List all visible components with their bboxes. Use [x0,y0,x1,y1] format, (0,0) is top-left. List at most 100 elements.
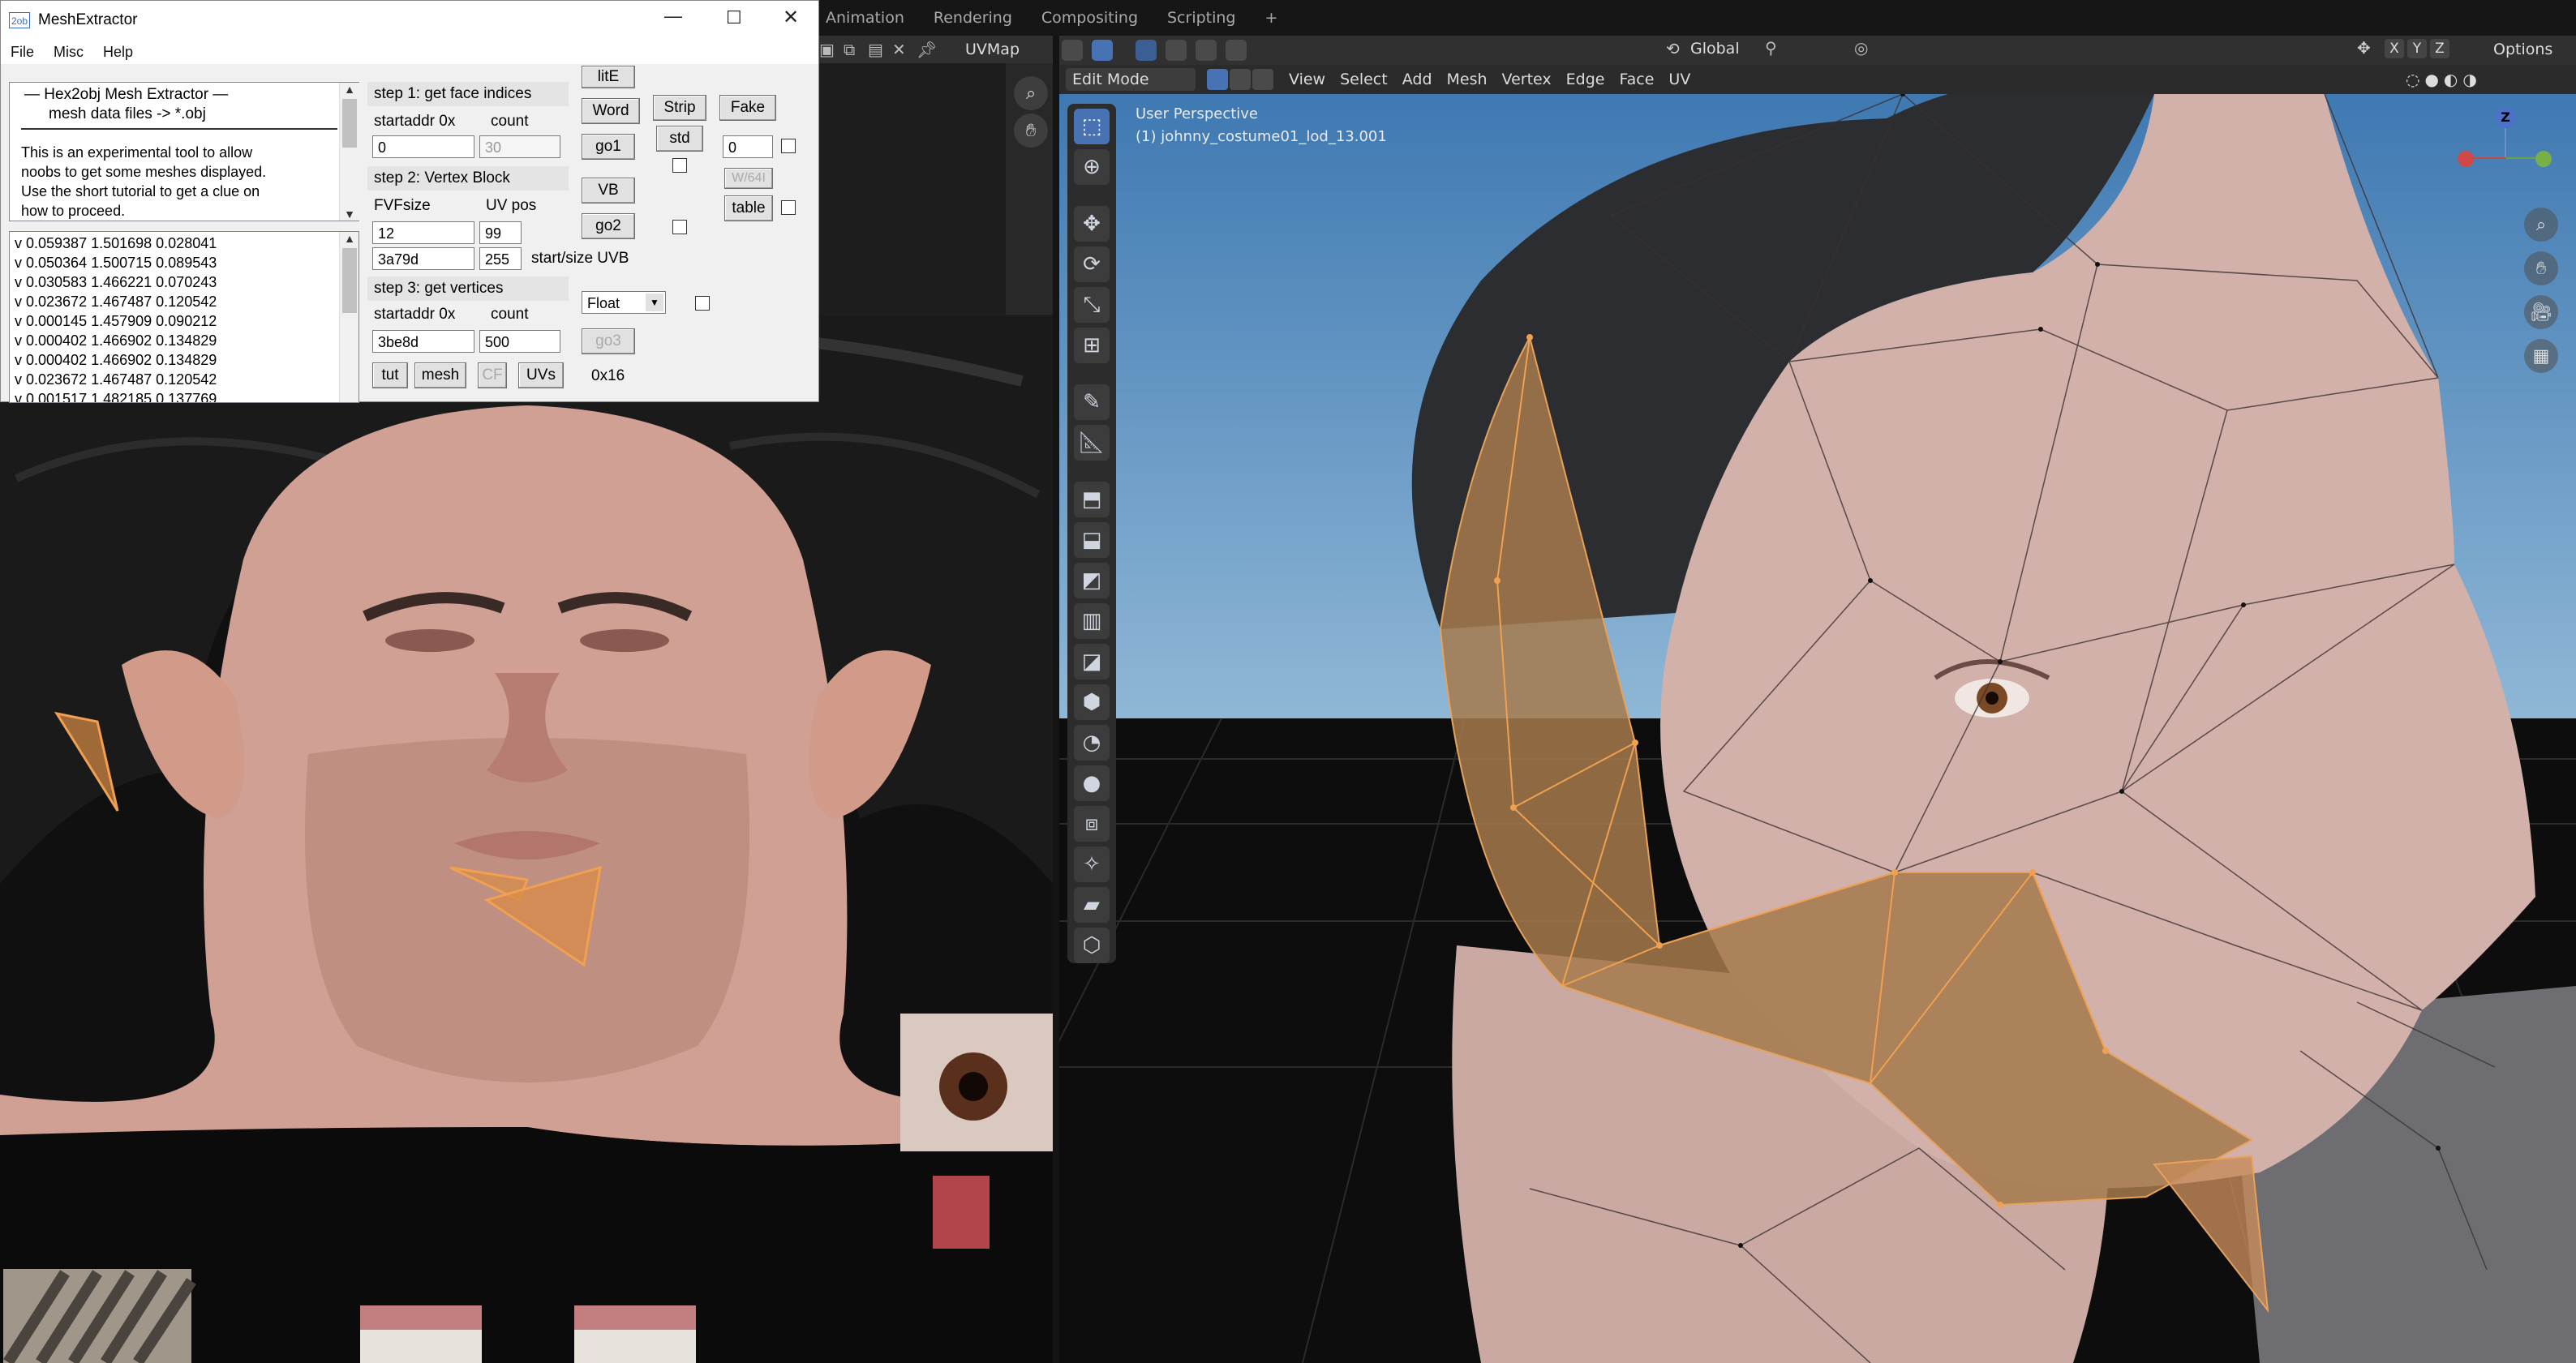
menu-select[interactable]: Select [1333,65,1395,94]
table-checkbox[interactable] [781,200,796,215]
face-select-mode-icon[interactable] [1252,69,1273,90]
snap-icon[interactable]: ⚲ [1765,38,1777,58]
menu-help[interactable]: Help [93,40,143,64]
close-image-icon[interactable]: ✕ [892,40,906,59]
strip-button[interactable]: Strip [653,95,706,121]
std-button[interactable]: std [656,126,703,152]
data-type-select[interactable]: Float ▼ [582,291,666,314]
zoom-icon[interactable]: ⌕ [1014,76,1048,110]
zoom-icon[interactable]: ⌕ [2524,208,2558,242]
axis-z-toggle[interactable]: Z [2430,39,2449,58]
minimize-icon[interactable]: — [664,6,682,27]
add-workspace-button[interactable]: + [1251,0,1293,36]
editor-type-icon[interactable] [1062,40,1083,61]
float-checkbox[interactable] [695,296,710,311]
pan-hand-icon[interactable]: ✋︎ [1014,114,1048,148]
select-tool-icon[interactable] [1092,40,1114,61]
vertex-output-textarea[interactable]: v 0.059387 1.501698 0.028041 v 0.050364 … [9,231,359,403]
fvfsize-input[interactable]: 12 [372,221,474,244]
poly-build-tool-icon[interactable]: ⬢ [1074,684,1110,720]
navigation-gizmo[interactable]: Z [2454,105,2560,211]
mesh-button[interactable]: mesh [414,362,466,388]
options-dropdown[interactable]: Options [2493,41,2552,58]
uvb-start-input[interactable]: 3a79d [372,247,474,270]
annotate-tool-icon[interactable]: ✎ [1074,384,1110,420]
menu-face[interactable]: Face [1612,65,1661,94]
tab-rendering[interactable]: Rendering [919,0,1027,36]
go2-checkbox[interactable] [672,220,687,234]
measure-tool-icon[interactable]: 📐︎ [1074,425,1110,461]
transform-orientation-dropdown[interactable]: Global [1690,40,1740,58]
close-icon[interactable]: ✕ [783,6,799,29]
menu-view[interactable]: View [1282,65,1333,94]
vertex-select-mode-icon[interactable] [1207,69,1228,90]
step3-count-input[interactable]: 500 [479,330,560,353]
spin-tool-icon[interactable]: ◔ [1074,725,1110,761]
window-titlebar[interactable]: 2ob MeshExtractor — ☐ ✕ [1,1,818,40]
new-image-icon[interactable]: ⧉ [844,40,855,59]
rip-tool-icon[interactable]: ⬡ [1074,928,1110,963]
orientation-icon[interactable]: ⟲ [1666,39,1680,58]
select-box-tool-icon[interactable]: ⬚ [1074,109,1110,144]
menu-file[interactable]: File [1,40,44,64]
tab-animation[interactable]: Animation [811,0,919,36]
inset-tool-icon[interactable]: ⬓ [1074,522,1110,558]
cursor-tool-icon[interactable]: ⊕ [1074,149,1110,185]
pan-hand-icon[interactable]: ✋︎ [2524,251,2558,285]
tab-scripting[interactable]: Scripting [1153,0,1251,36]
axis-x-toggle[interactable]: X [2385,39,2404,58]
step1-startaddr-input[interactable]: 0 [372,135,474,158]
smooth-tool-icon[interactable]: ● [1074,765,1110,801]
maximize-icon[interactable]: ☐ [726,7,742,28]
knife-tool-icon[interactable]: ◪ [1074,644,1110,679]
shear-tool-icon[interactable]: ▰ [1074,887,1110,923]
menu-edge[interactable]: Edge [1559,65,1612,94]
camera-icon[interactable]: 🎥︎ [2524,295,2558,329]
gizmo-x-axis[interactable] [2458,151,2474,167]
info-textarea[interactable]: — Hex2obj Mesh Extractor — mesh data fil… [9,82,359,221]
cf-button[interactable]: CF [478,362,507,388]
gizmo-y-axis[interactable] [2535,151,2552,167]
transform-tool-icon[interactable]: ⊞ [1074,328,1110,363]
menu-uv[interactable]: UV [1661,65,1698,94]
uvmap-selector[interactable]: UVMap [965,41,1020,58]
3d-viewport[interactable]: User Perspective (1) johnny_costume01_lo… [1059,94,2576,1363]
tab-compositing[interactable]: Compositing [1027,0,1153,36]
area-divider[interactable] [1053,36,1059,1363]
gizmo-z-axis[interactable]: Z [2495,107,2516,128]
go1-button[interactable]: go1 [582,134,635,160]
table-button[interactable]: table [724,195,773,221]
menu-vertex[interactable]: Vertex [1495,65,1559,94]
axis-y-toggle[interactable]: Y [2407,39,2427,58]
std-checkbox[interactable] [672,158,687,173]
vb-button[interactable]: VB [582,178,635,204]
scale-tool-icon[interactable]: ⤡ [1074,287,1110,323]
step3-startaddr-input[interactable]: 3be8d [372,330,474,353]
pin-icon[interactable]: 📌︎ [917,40,937,59]
grid-perspective-icon[interactable]: ▦ [2524,339,2558,373]
shrink-fatten-tool-icon[interactable]: ✧ [1074,847,1110,882]
menu-mesh[interactable]: Mesh [1440,65,1495,94]
fake-checkbox[interactable] [781,139,796,153]
mode-dropdown[interactable]: Edit Mode [1066,68,1196,91]
bevel-tool-icon[interactable]: ◩ [1074,563,1110,598]
go3-button[interactable]: go3 [582,328,635,354]
proportional-edit-icon[interactable]: ◎ [1854,38,1868,58]
lite-button[interactable]: litE [582,66,635,88]
image-browse-icon[interactable]: ▣ [819,40,835,59]
word-button[interactable]: Word [582,98,640,124]
select-extend-icon[interactable] [1166,40,1187,61]
fake-button[interactable]: Fake [719,95,776,121]
uvpos-input[interactable]: 99 [479,221,522,244]
move-tool-icon[interactable]: ✥ [1074,206,1110,242]
menu-add[interactable]: Add [1395,65,1440,94]
fake-value-input[interactable]: 0 [723,135,773,158]
uvs-button[interactable]: UVs [518,362,564,388]
edge-select-mode-icon[interactable] [1230,69,1251,90]
info-scrollbar[interactable]: ▲ ▼ [339,83,359,221]
select-box-icon[interactable] [1136,40,1157,61]
extrude-tool-icon[interactable]: ⬒ [1074,482,1110,517]
edge-slide-tool-icon[interactable]: ⧈ [1074,806,1110,842]
uv-texture-canvas[interactable] [0,316,1053,1363]
loop-cut-tool-icon[interactable]: ▥ [1074,603,1110,639]
